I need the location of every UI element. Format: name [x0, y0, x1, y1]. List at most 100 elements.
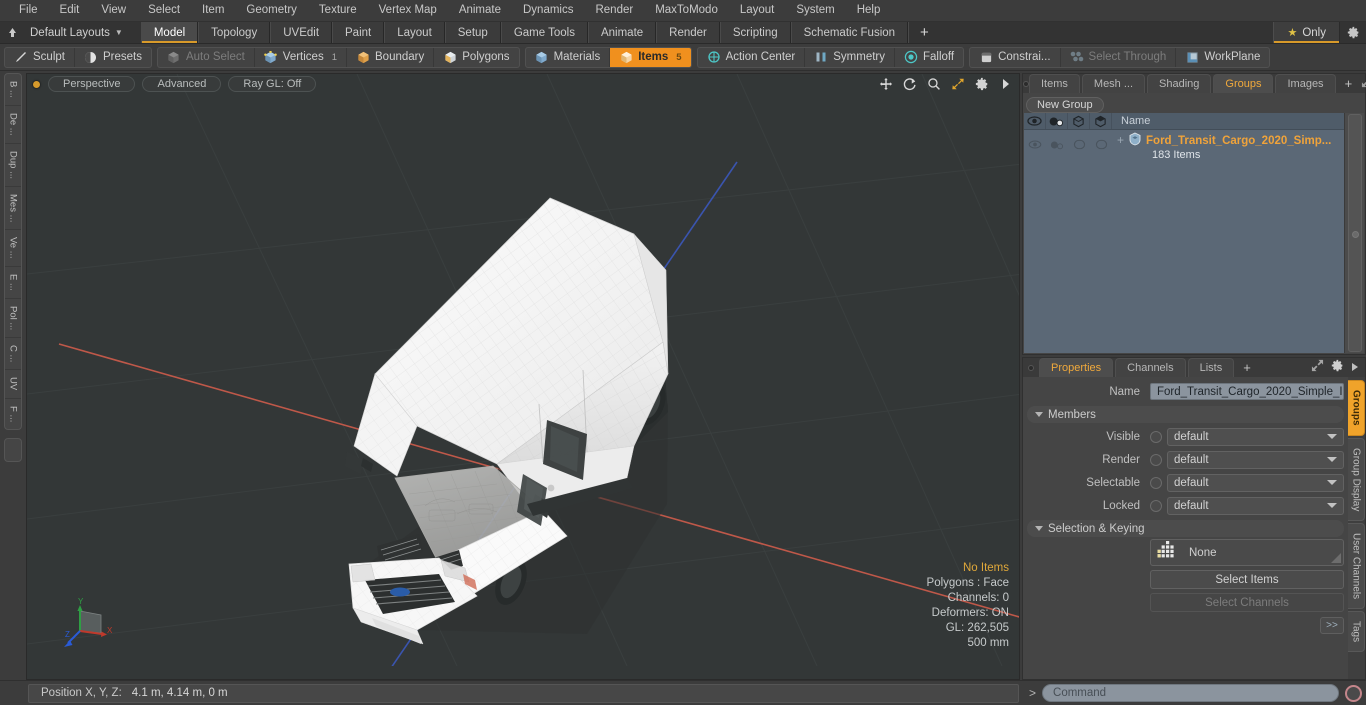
only-toggle-button[interactable]: ★ Only — [1273, 22, 1340, 43]
3d-viewport[interactable]: Perspective Advanced Ray GL: Off No Item… — [26, 73, 1020, 680]
column-render-icon[interactable] — [1046, 113, 1068, 129]
left-tab-basic[interactable]: B ... — [5, 74, 21, 106]
viewport-projection-selector[interactable]: Perspective — [48, 76, 136, 92]
visible-radio[interactable] — [1150, 430, 1162, 443]
polygons-button[interactable]: Polygons — [434, 48, 518, 67]
render-dropdown[interactable]: default — [1167, 450, 1344, 469]
locked-dropdown[interactable]: default — [1167, 496, 1344, 515]
left-tab-duplicate[interactable]: Dup ... — [5, 144, 21, 187]
tab-groups[interactable]: Groups — [1213, 74, 1274, 93]
expand-panel-icon[interactable] — [1361, 75, 1366, 93]
layout-selector[interactable]: Default Layouts ▼ — [24, 22, 133, 43]
selectable-radio[interactable] — [1150, 476, 1162, 489]
tab-items[interactable]: Items — [1029, 74, 1080, 93]
tab-game-tools[interactable]: Game Tools — [500, 22, 588, 43]
tab-setup[interactable]: Setup — [444, 22, 501, 43]
properties-settings-gear-icon[interactable] — [1331, 359, 1344, 377]
new-group-button[interactable]: New Group — [1026, 97, 1104, 113]
left-tab-curve[interactable]: C ... — [5, 338, 21, 371]
left-tab-fusion[interactable]: F ... — [5, 399, 21, 429]
tab-shading[interactable]: Shading — [1147, 74, 1212, 93]
groups-tree-scrollbar[interactable] — [1344, 113, 1364, 353]
left-tab-edge[interactable]: E ... — [5, 267, 21, 299]
locked-radio[interactable] — [1150, 499, 1162, 512]
left-tab-deform[interactable]: De ... — [5, 106, 21, 144]
select-items-button[interactable]: Select Items — [1150, 570, 1344, 589]
select-through-button[interactable]: Select Through — [1061, 47, 1177, 67]
scrollbar-thumb[interactable] — [1347, 114, 1362, 352]
fit-icon[interactable] — [950, 76, 965, 91]
tab-schematic-fusion[interactable]: Schematic Fusion — [790, 22, 909, 43]
menu-item-dynamics[interactable]: Dynamics — [512, 0, 584, 21]
menu-item-system[interactable]: System — [785, 0, 845, 21]
column-cube-outline-icon[interactable] — [1068, 113, 1090, 129]
row-locked-toggle[interactable] — [1090, 130, 1112, 159]
add-panel-tab-button[interactable]: + — [1338, 74, 1360, 93]
properties-overflow-chevron-icon[interactable] — [1351, 359, 1359, 377]
selectable-dropdown[interactable]: default — [1167, 473, 1344, 492]
auto-select-button[interactable]: Auto Select — [158, 47, 255, 67]
expand-properties-icon[interactable] — [1311, 359, 1324, 377]
add-properties-tab-button[interactable]: + — [1236, 358, 1258, 377]
column-cube-shaded-icon[interactable] — [1090, 113, 1112, 129]
tab-uvedit[interactable]: UVEdit — [270, 22, 333, 43]
tab-lists[interactable]: Lists — [1187, 358, 1235, 377]
falloff-button[interactable]: Falloff — [895, 48, 963, 67]
presets-button[interactable]: Presets — [75, 48, 151, 67]
viewport-shading-selector[interactable]: Advanced — [142, 76, 222, 92]
constraint-button[interactable]: Constrai... — [970, 47, 1061, 67]
sculpt-button[interactable]: Sculpt — [5, 47, 75, 67]
boundary-button[interactable]: Boundary — [347, 47, 435, 67]
left-tab-polygon[interactable]: Pol ... — [5, 299, 21, 338]
zoom-icon[interactable] — [926, 76, 941, 91]
action-center-button[interactable]: Action Center — [698, 47, 806, 67]
properties-menu-dot-icon[interactable] — [1023, 358, 1039, 377]
table-row[interactable]: + Ford_Transit_Cargo_2020_Simp... 183 It… — [1024, 130, 1344, 161]
menu-item-item[interactable]: Item — [191, 0, 235, 21]
command-input[interactable]: Command — [1042, 684, 1339, 702]
menu-item-help[interactable]: Help — [846, 0, 892, 21]
tab-scripting[interactable]: Scripting — [719, 22, 791, 43]
menu-item-texture[interactable]: Texture — [308, 0, 368, 21]
left-tab-mesh[interactable]: Mes ... — [5, 187, 21, 231]
tab-properties[interactable]: Properties — [1039, 358, 1114, 377]
tab-model[interactable]: Model — [140, 22, 199, 43]
viewport-raygl-selector[interactable]: Ray GL: Off — [228, 76, 317, 92]
right-tab-user-channels[interactable]: User Channels — [1348, 522, 1365, 610]
rotate-icon[interactable] — [902, 76, 917, 91]
menu-item-layout[interactable]: Layout — [729, 0, 786, 21]
menu-item-maxtomodo[interactable]: MaxToModo — [644, 0, 729, 21]
workplane-button[interactable]: WorkPlane — [1176, 48, 1269, 67]
menu-item-select[interactable]: Select — [137, 0, 191, 21]
tab-animate[interactable]: Animate — [587, 22, 657, 43]
menu-item-file[interactable]: File — [8, 0, 49, 21]
right-tab-tags[interactable]: Tags — [1348, 611, 1365, 653]
row-selectable-toggle[interactable] — [1068, 130, 1090, 159]
left-tab-uv[interactable]: UV — [5, 370, 21, 399]
selection-set-dropdown[interactable]: None — [1150, 539, 1344, 566]
selection-keying-section-header[interactable]: Selection & Keying — [1027, 520, 1344, 537]
menu-item-vertex-map[interactable]: Vertex Map — [368, 0, 448, 21]
materials-button[interactable]: Materials — [526, 47, 611, 67]
menu-item-geometry[interactable]: Geometry — [235, 0, 308, 21]
expand-more-button[interactable]: >> — [1320, 617, 1344, 634]
tab-render[interactable]: Render — [656, 22, 720, 43]
tab-layout[interactable]: Layout — [384, 22, 445, 43]
left-tab-vertex[interactable]: Ve ... — [5, 230, 21, 267]
column-eye-icon[interactable] — [1024, 113, 1046, 129]
chevron-right-icon[interactable] — [998, 76, 1013, 91]
viewport-menu-dot-icon[interactable] — [33, 80, 40, 88]
tab-paint[interactable]: Paint — [332, 22, 385, 43]
left-tab-extra[interactable] — [4, 437, 22, 462]
tab-images[interactable]: Images — [1275, 74, 1336, 93]
render-radio[interactable] — [1150, 453, 1162, 466]
right-tab-groups[interactable]: Groups — [1348, 380, 1365, 436]
row-render-toggle[interactable] — [1046, 130, 1068, 159]
symmetry-button[interactable]: Symmetry — [805, 47, 895, 67]
menu-item-edit[interactable]: Edit — [49, 0, 91, 21]
move-icon[interactable] — [878, 76, 893, 91]
vertices-button[interactable]: Vertices 1 — [255, 47, 348, 67]
tab-topology[interactable]: Topology — [198, 22, 271, 43]
members-section-header[interactable]: Members — [1027, 406, 1344, 423]
name-field[interactable]: Ford_Transit_Cargo_2020_Simple_Int — [1150, 383, 1344, 400]
